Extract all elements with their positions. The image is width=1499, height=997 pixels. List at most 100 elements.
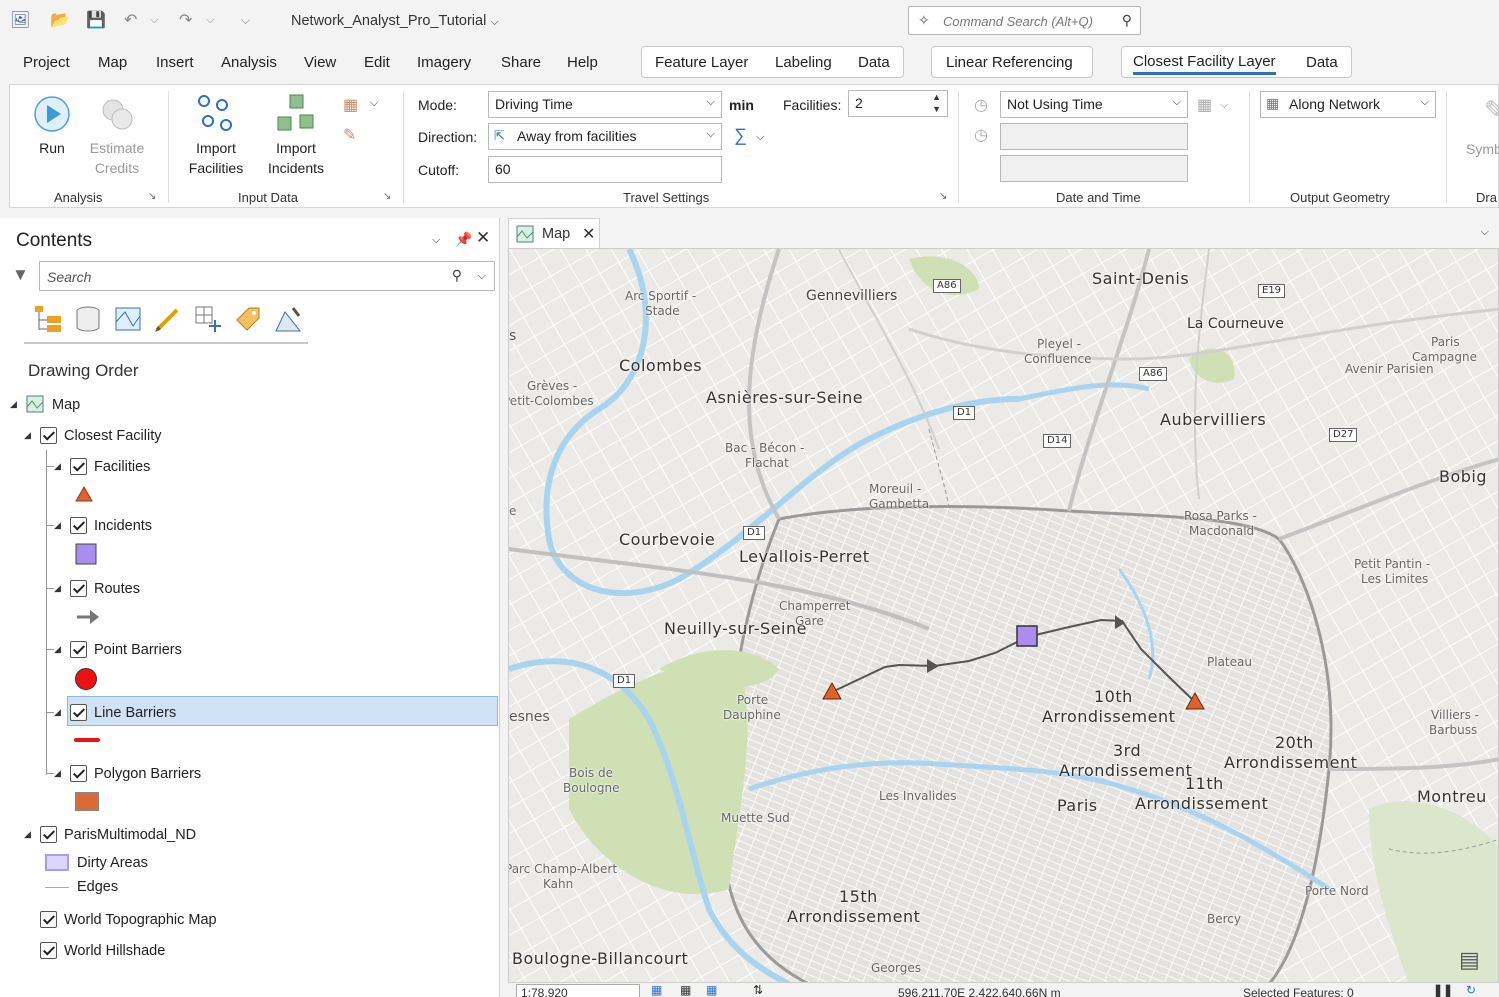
save-project-icon[interactable]: 💾 <box>86 10 106 30</box>
layer-visibility-checkbox[interactable] <box>40 911 57 928</box>
travel-mode-select[interactable]: Driving Time ⌵ <box>488 91 722 118</box>
direction-select[interactable]: ⇱ Away from facilities ⌵ <box>488 123 722 150</box>
tab-map-view[interactable]: Map ✕ <box>508 218 600 248</box>
map-notes-icon[interactable]: ▤ <box>1459 947 1480 973</box>
menu-imagery[interactable]: Imagery <box>417 54 471 71</box>
facilities-count-input[interactable]: 2 ▲ ▼ <box>848 90 948 117</box>
menu-analysis[interactable]: Analysis <box>221 54 277 71</box>
layer-visibility-checkbox[interactable] <box>70 765 87 782</box>
menu-insert[interactable]: Insert <box>156 54 194 71</box>
table-toggle-icon[interactable]: ▦ <box>680 983 691 997</box>
place-label: Les Invalides <box>879 789 957 803</box>
import-incidents-button[interactable]: Import Incidents <box>260 91 332 181</box>
navigation-icon[interactable]: ⇅ <box>753 983 763 997</box>
edit-table-icon[interactable]: ✎ <box>343 125 356 145</box>
menu-view[interactable]: View <box>304 54 336 71</box>
list-by-snapping-icon[interactable] <box>193 304 223 334</box>
menu-edit[interactable]: Edit <box>364 54 390 71</box>
calendar-icon[interactable]: ▦ <box>1197 95 1212 115</box>
pause-drawing-icon[interactable]: ❚❚ <box>1433 983 1453 997</box>
document-title[interactable]: Network_Analyst_Pro_Tutorial ⌵ <box>291 13 499 29</box>
layer-visibility-checkbox[interactable] <box>40 427 57 444</box>
layer-visibility-checkbox[interactable] <box>70 517 87 534</box>
add-items-icon[interactable]: ▦ <box>343 95 358 115</box>
layer-visibility-checkbox[interactable] <box>40 826 57 843</box>
customize-toolbar-icon[interactable]: ⌵ <box>241 13 250 28</box>
date-input[interactable] <box>1000 123 1188 150</box>
layer-visibility-checkbox[interactable] <box>40 942 57 959</box>
run-button[interactable]: Run <box>30 93 74 163</box>
tab-closest-facility-layer[interactable]: Closest Facility Layer <box>1133 53 1276 75</box>
time-input[interactable] <box>1000 155 1188 182</box>
spinner-icon[interactable]: ▲ ▼ <box>932 91 941 115</box>
filter-icon[interactable]: ▼ <box>12 265 29 285</box>
undo-icon[interactable]: ↶ <box>124 10 137 30</box>
close-icon[interactable]: ✕ <box>476 228 490 248</box>
tab-list-chevron-icon[interactable]: ⌵ <box>1481 226 1489 239</box>
undo-dropdown-icon[interactable]: ⌵ <box>150 14 158 27</box>
list-by-source-icon[interactable] <box>73 304 103 334</box>
import-facilities-button[interactable]: Import Facilities <box>180 91 252 181</box>
calendar-dropdown-icon[interactable]: ⌵ <box>1220 99 1228 112</box>
search-dropdown-icon[interactable]: ⌵ <box>478 270 486 283</box>
symbology-label[interactable]: Symb <box>1466 139 1499 159</box>
open-project-icon[interactable]: 📂 <box>50 10 70 30</box>
expand-triangle-icon[interactable]: ◢ <box>10 399 17 410</box>
input-data-launcher-icon[interactable]: ↘ <box>383 191 391 202</box>
menu-project[interactable]: Project <box>23 54 70 71</box>
pin-icon[interactable]: 📌 <box>455 231 472 248</box>
layer-visibility-checkbox[interactable] <box>70 641 87 658</box>
layer-visibility-checkbox[interactable] <box>70 704 87 721</box>
contents-search-input[interactable]: Search ⚲ ⌵ <box>39 261 495 291</box>
list-by-selection-icon[interactable] <box>113 304 143 334</box>
expand-triangle-icon[interactable]: ◢ <box>24 430 31 441</box>
close-tab-icon[interactable]: ✕ <box>582 224 595 244</box>
list-by-perspective-imagery-icon[interactable] <box>273 304 303 334</box>
accumulate-attributes-icon[interactable]: ∑ <box>734 125 747 146</box>
menu-help[interactable]: Help <box>567 54 598 71</box>
tab-feature-data[interactable]: Data <box>858 54 890 71</box>
expand-triangle-icon[interactable]: ◢ <box>54 644 61 655</box>
time-usage-select[interactable]: Not Using Time ⌵ <box>1000 91 1188 118</box>
expand-triangle-icon[interactable]: ◢ <box>54 461 61 472</box>
snapping-icon[interactable]: ▦ <box>706 983 717 997</box>
refresh-icon[interactable]: ↻ <box>1466 983 1476 997</box>
tab-linear-referencing[interactable]: Linear Referencing <box>946 54 1073 71</box>
expand-triangle-icon[interactable]: ◢ <box>54 520 61 531</box>
redo-dropdown-icon[interactable]: ⌵ <box>206 14 214 27</box>
expand-triangle-icon[interactable]: ◢ <box>54 583 61 594</box>
new-project-icon[interactable]: 🖼 <box>10 10 30 30</box>
redo-icon[interactable]: ↷ <box>179 10 192 30</box>
travel-launcher-icon[interactable]: ↘ <box>939 191 947 202</box>
tab-feature-layer[interactable]: Feature Layer <box>655 54 748 71</box>
map-icon <box>516 225 534 243</box>
grid-toggle-icon[interactable]: ▦ <box>651 983 662 997</box>
list-by-editing-icon[interactable] <box>153 304 183 334</box>
add-items-dropdown-icon[interactable]: ⌵ <box>370 97 378 110</box>
menu-share[interactable]: Share <box>501 54 541 71</box>
tab-cf-data[interactable]: Data <box>1306 54 1338 71</box>
menu-map[interactable]: Map <box>98 54 127 71</box>
expand-triangle-icon[interactable]: ◢ <box>54 707 61 718</box>
accumulate-dropdown-icon[interactable]: ⌵ <box>756 131 764 144</box>
symbology-icon[interactable]: ✎ <box>1484 95 1499 126</box>
map-canvas[interactable]: Saint-Denis Gennevilliers La Courneuve C… <box>508 248 1499 983</box>
scale-select[interactable]: 1:78,920 <box>516 984 640 997</box>
tab-labeling[interactable]: Labeling <box>775 54 832 71</box>
title-bar: 🖼 📂 💾 ↶ ⌵ ↷ ⌵ ⌵ Network_Analyst_Pro_Tuto… <box>0 0 1499 42</box>
output-geometry-select[interactable]: ▦ Along Network ⌵ <box>1260 91 1436 118</box>
list-by-drawing-order-icon[interactable] <box>33 304 63 334</box>
layer-visibility-checkbox[interactable] <box>70 458 87 475</box>
analysis-launcher-icon[interactable]: ↘ <box>148 191 156 202</box>
cutoff-input[interactable]: 60 <box>488 156 722 183</box>
list-by-labeling-icon[interactable] <box>233 304 263 334</box>
command-search-input[interactable]: ✧ Command Search (Alt+Q) ⚲ <box>908 6 1141 35</box>
layer-edges-label[interactable]: Edges <box>77 879 118 895</box>
pane-options-chevron-icon[interactable]: ⌵ <box>432 234 440 247</box>
group-separator <box>403 91 404 203</box>
expand-triangle-icon[interactable]: ◢ <box>24 829 31 840</box>
layer-dirty-areas-label[interactable]: Dirty Areas <box>77 855 148 871</box>
expand-triangle-icon[interactable]: ◢ <box>54 768 61 779</box>
estimate-credits-button[interactable]: Estimate Credits <box>82 93 152 183</box>
layer-visibility-checkbox[interactable] <box>70 580 87 597</box>
